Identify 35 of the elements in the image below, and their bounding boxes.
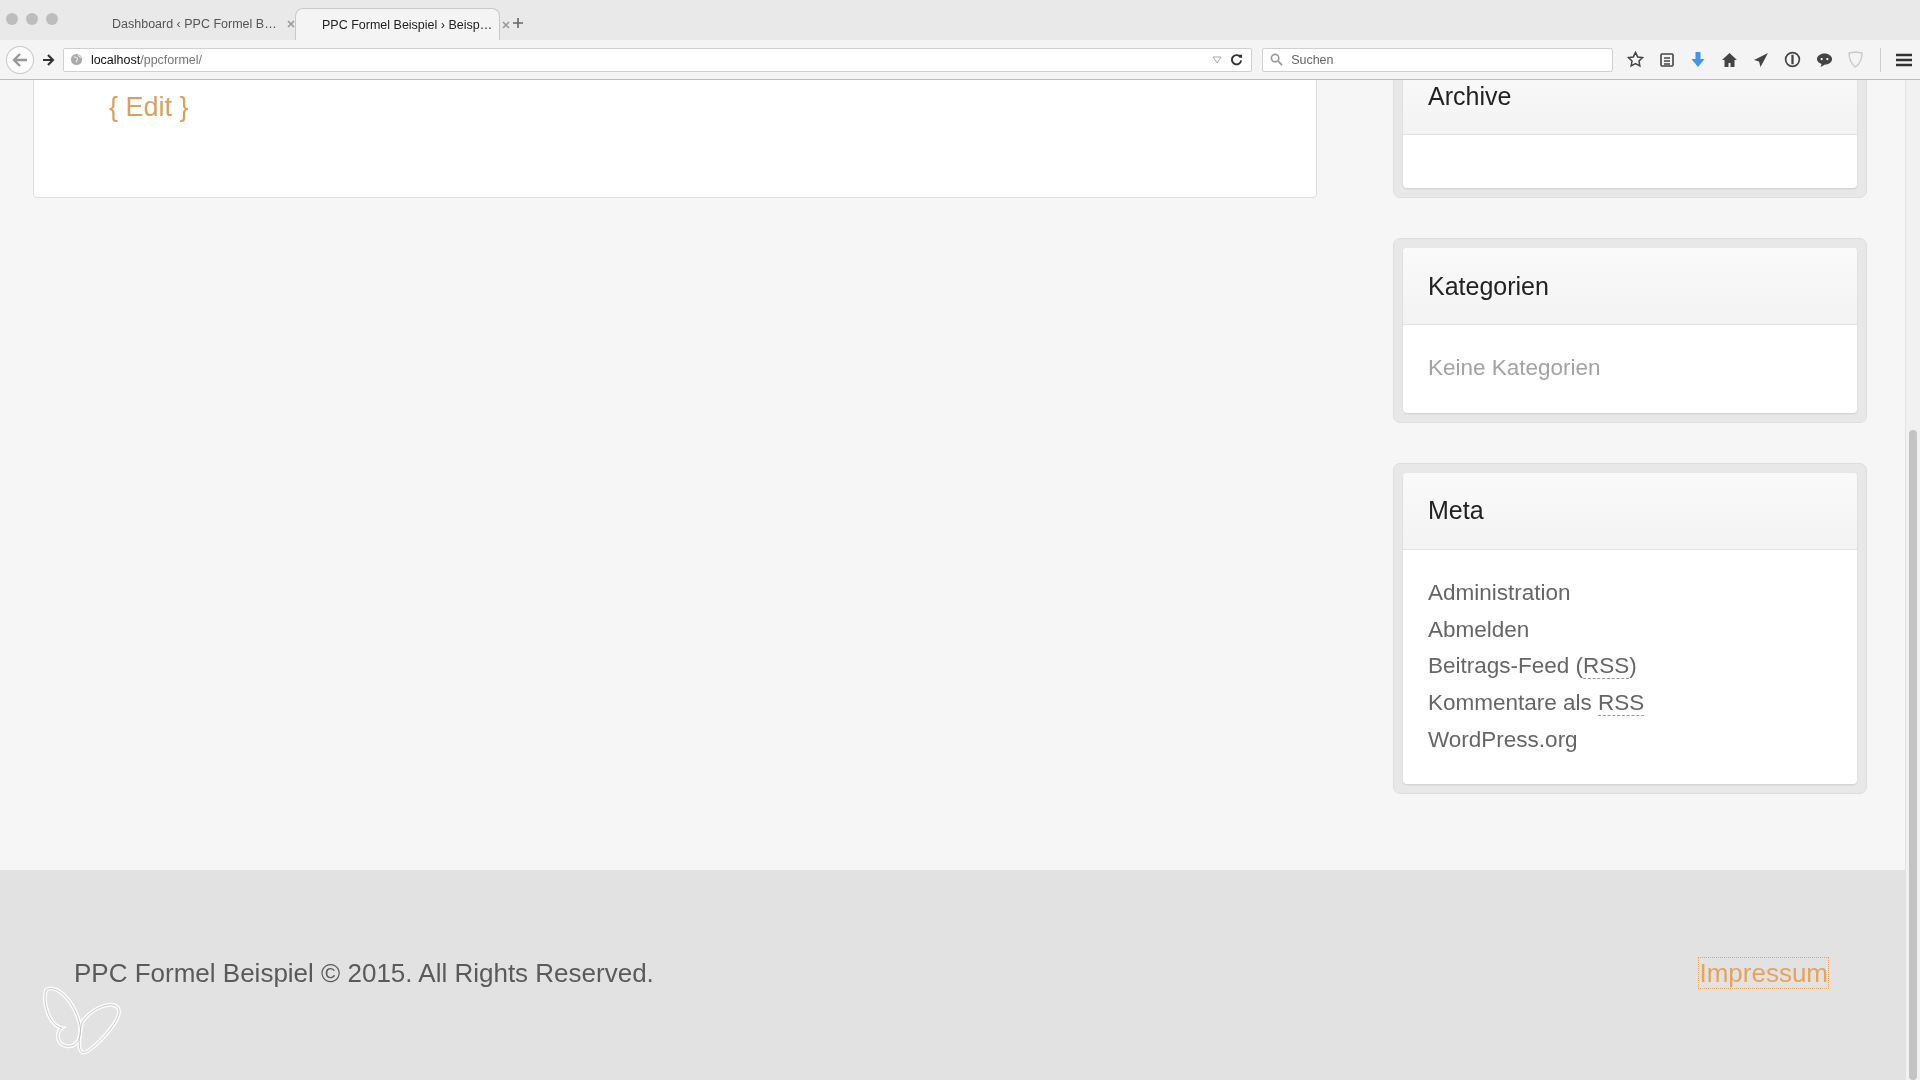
browser-tab[interactable]: Dashboard ‹ PPC Formel B…	[86, 8, 291, 40]
widget-link[interactable]: Abmelden	[1428, 616, 1530, 643]
shield-icon[interactable]	[1848, 51, 1863, 68]
empty-note: Keine Kategorien	[1428, 355, 1601, 382]
globe-icon	[69, 53, 83, 66]
widget-link[interactable]: Beitrags-Feed (RSS)	[1428, 653, 1637, 680]
download-icon[interactable]	[1690, 51, 1706, 68]
paper-plane-icon[interactable]	[1753, 51, 1769, 68]
search-field[interactable]: Suchen	[1262, 47, 1613, 72]
widget-link[interactable]: WordPress.org	[1428, 726, 1578, 753]
address-bar[interactable]: localhost/ppcformel/	[62, 47, 1253, 72]
dropdown-icon[interactable]	[1212, 55, 1223, 64]
copyright-text: PPC Formel Beispiel © 2015. All Rights Reserved.	[74, 957, 654, 989]
close-icon[interactable]	[502, 20, 511, 29]
widget-link[interactable]: Kommentare als RSS	[1428, 690, 1645, 717]
menu-icon[interactable]	[1896, 52, 1912, 67]
star-icon[interactable]	[1627, 51, 1644, 68]
window-control[interactable]	[26, 13, 38, 25]
url-text: localhost/ppcformel/	[90, 52, 203, 67]
back-icon[interactable]	[11, 52, 28, 67]
window-control[interactable]	[46, 13, 58, 25]
window-control[interactable]	[6, 13, 18, 25]
close-icon[interactable]	[286, 20, 295, 28]
forward-icon[interactable]	[41, 53, 55, 66]
widget-link[interactable]: Administration	[1428, 580, 1571, 607]
reload-icon[interactable]	[1230, 53, 1244, 66]
widget-title: Kategorien	[1428, 271, 1549, 301]
back-button[interactable]	[6, 45, 34, 74]
chat-icon[interactable]	[1816, 51, 1833, 68]
search-icon	[1270, 52, 1284, 66]
widget-title: Meta	[1428, 496, 1484, 526]
reading-list-icon[interactable]	[1659, 51, 1675, 68]
info-icon[interactable]	[1784, 51, 1801, 68]
home-icon[interactable]	[1721, 51, 1738, 68]
widget-title: Archive	[1428, 81, 1512, 111]
